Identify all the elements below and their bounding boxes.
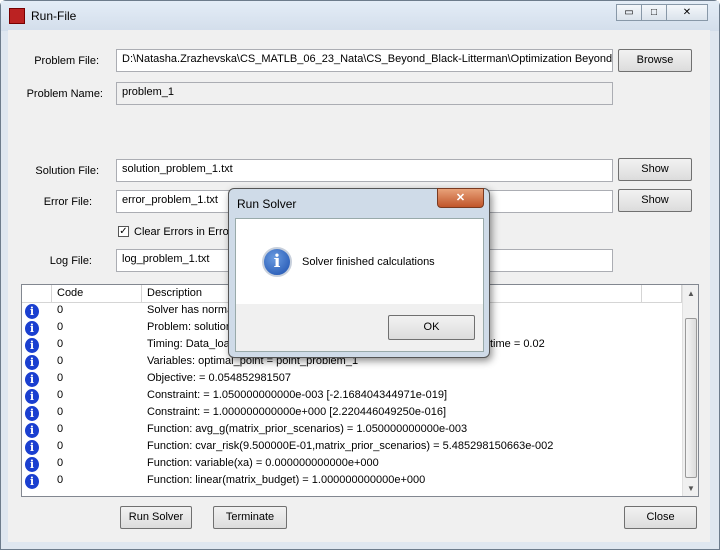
row-description: Function: linear(matrix_budget) = 1.0000… bbox=[147, 474, 426, 486]
dialog-title: Run Solver bbox=[237, 197, 297, 211]
table-row[interactable]: i 0 Function: cvar_risk(9.500000E-01,mat… bbox=[22, 439, 682, 456]
info-icon: i bbox=[25, 372, 39, 387]
info-icon: i bbox=[25, 423, 39, 438]
vertical-scrollbar[interactable]: ▲ ▼ bbox=[682, 285, 698, 496]
header-code[interactable]: Code bbox=[52, 285, 142, 303]
row-code: 0 bbox=[57, 423, 64, 435]
row-code: 0 bbox=[57, 372, 64, 384]
problem-file-input[interactable]: D:\Natasha.Zrazhevska\CS_MATLB_06_23_Nat… bbox=[116, 49, 613, 72]
row-code: 0 bbox=[57, 355, 64, 367]
run-solver-button[interactable]: Run Solver bbox=[120, 506, 192, 529]
maximize-button[interactable]: □ bbox=[641, 4, 667, 21]
run-solver-dialog: Run Solver ✕ i Solver finished calculati… bbox=[228, 188, 490, 358]
table-row[interactable]: i 0 Constraint: = 1.050000000000e-003 [-… bbox=[22, 388, 682, 405]
problem-name-input[interactable]: problem_1 bbox=[116, 82, 613, 105]
info-icon: i bbox=[25, 406, 39, 421]
dialog-body: i Solver finished calculations OK bbox=[235, 218, 484, 352]
close-button[interactable]: Close bbox=[624, 506, 697, 529]
scroll-up-icon[interactable]: ▲ bbox=[683, 289, 698, 298]
show-error-button[interactable]: Show bbox=[618, 189, 692, 212]
row-description: Timing: Data_loa bbox=[147, 338, 230, 350]
table-row[interactable]: i 0 Objective: = 0.054852981507 bbox=[22, 371, 682, 388]
row-description: Problem: solution bbox=[147, 321, 232, 333]
table-row[interactable]: i 0 Function: variable(xa) = 0.000000000… bbox=[22, 456, 682, 473]
info-icon: i bbox=[25, 355, 39, 370]
log-file-label: Log File: bbox=[49, 255, 92, 267]
table-row[interactable]: i 0 Function: linear(matrix_budget) = 1.… bbox=[22, 473, 682, 490]
row-code: 0 bbox=[57, 457, 64, 469]
terminate-button[interactable]: Terminate bbox=[213, 506, 287, 529]
ok-button[interactable]: OK bbox=[388, 315, 475, 340]
info-icon: i bbox=[25, 457, 39, 472]
problem-name-label: Problem Name: bbox=[26, 88, 103, 100]
dialog-close-button[interactable]: ✕ bbox=[437, 188, 484, 208]
info-icon: i bbox=[25, 474, 39, 489]
app-icon bbox=[9, 8, 25, 24]
row-description: Function: avg_g(matrix_prior_scenarios) … bbox=[147, 423, 468, 435]
row-description: Function: cvar_risk(9.500000E-01,matrix_… bbox=[147, 440, 554, 452]
row-description: Constraint: = 1.000000000000e+000 [2.220… bbox=[147, 406, 447, 418]
row-description-tail: time = 0.02 bbox=[490, 338, 545, 350]
table-row[interactable]: i 0 Constraint: = 1.000000000000e+000 [2… bbox=[22, 405, 682, 422]
row-code: 0 bbox=[57, 321, 64, 333]
info-icon: i bbox=[25, 440, 39, 455]
close-window-button[interactable]: ✕ bbox=[666, 4, 708, 21]
window-title: Run-File bbox=[31, 9, 77, 23]
table-row[interactable]: i 0 Function: avg_g(matrix_prior_scenari… bbox=[22, 422, 682, 439]
row-description: Constraint: = 1.050000000000e-003 [-2.16… bbox=[147, 389, 447, 401]
info-icon: i bbox=[25, 304, 39, 319]
header-extra bbox=[642, 285, 682, 303]
row-description: Function: variable(xa) = 0.000000000000e… bbox=[147, 457, 379, 469]
show-solution-button[interactable]: Show bbox=[618, 158, 692, 181]
clear-errors-checkbox[interactable]: ✓ bbox=[118, 226, 129, 237]
row-code: 0 bbox=[57, 304, 64, 316]
minimize-button[interactable]: ▭ bbox=[616, 4, 642, 21]
scroll-down-icon[interactable]: ▼ bbox=[683, 484, 698, 493]
info-icon: i bbox=[25, 321, 39, 336]
title-bar: Run-File ▭ □ ✕ bbox=[1, 1, 719, 31]
error-file-label: Error File: bbox=[43, 196, 92, 208]
row-description: Solver has norma bbox=[147, 304, 234, 316]
row-description: Objective: = 0.054852981507 bbox=[147, 372, 292, 384]
row-code: 0 bbox=[57, 474, 64, 486]
solution-file-label: Solution File: bbox=[35, 165, 99, 177]
clear-errors-label: Clear Errors in Error bbox=[134, 226, 233, 238]
info-icon: i bbox=[25, 389, 39, 404]
browse-button[interactable]: Browse bbox=[618, 49, 692, 72]
row-code: 0 bbox=[57, 389, 64, 401]
dialog-message: Solver finished calculations bbox=[302, 256, 435, 268]
row-code: 0 bbox=[57, 440, 64, 452]
problem-file-label: Problem File: bbox=[34, 55, 99, 67]
dialog-content: i Solver finished calculations bbox=[236, 219, 483, 304]
info-icon: i bbox=[25, 338, 39, 353]
scrollbar-thumb[interactable] bbox=[685, 318, 697, 478]
row-code: 0 bbox=[57, 338, 64, 350]
solution-file-input[interactable]: solution_problem_1.txt bbox=[116, 159, 613, 182]
info-icon: i bbox=[262, 247, 292, 277]
header-icon-col bbox=[22, 285, 52, 303]
row-code: 0 bbox=[57, 406, 64, 418]
